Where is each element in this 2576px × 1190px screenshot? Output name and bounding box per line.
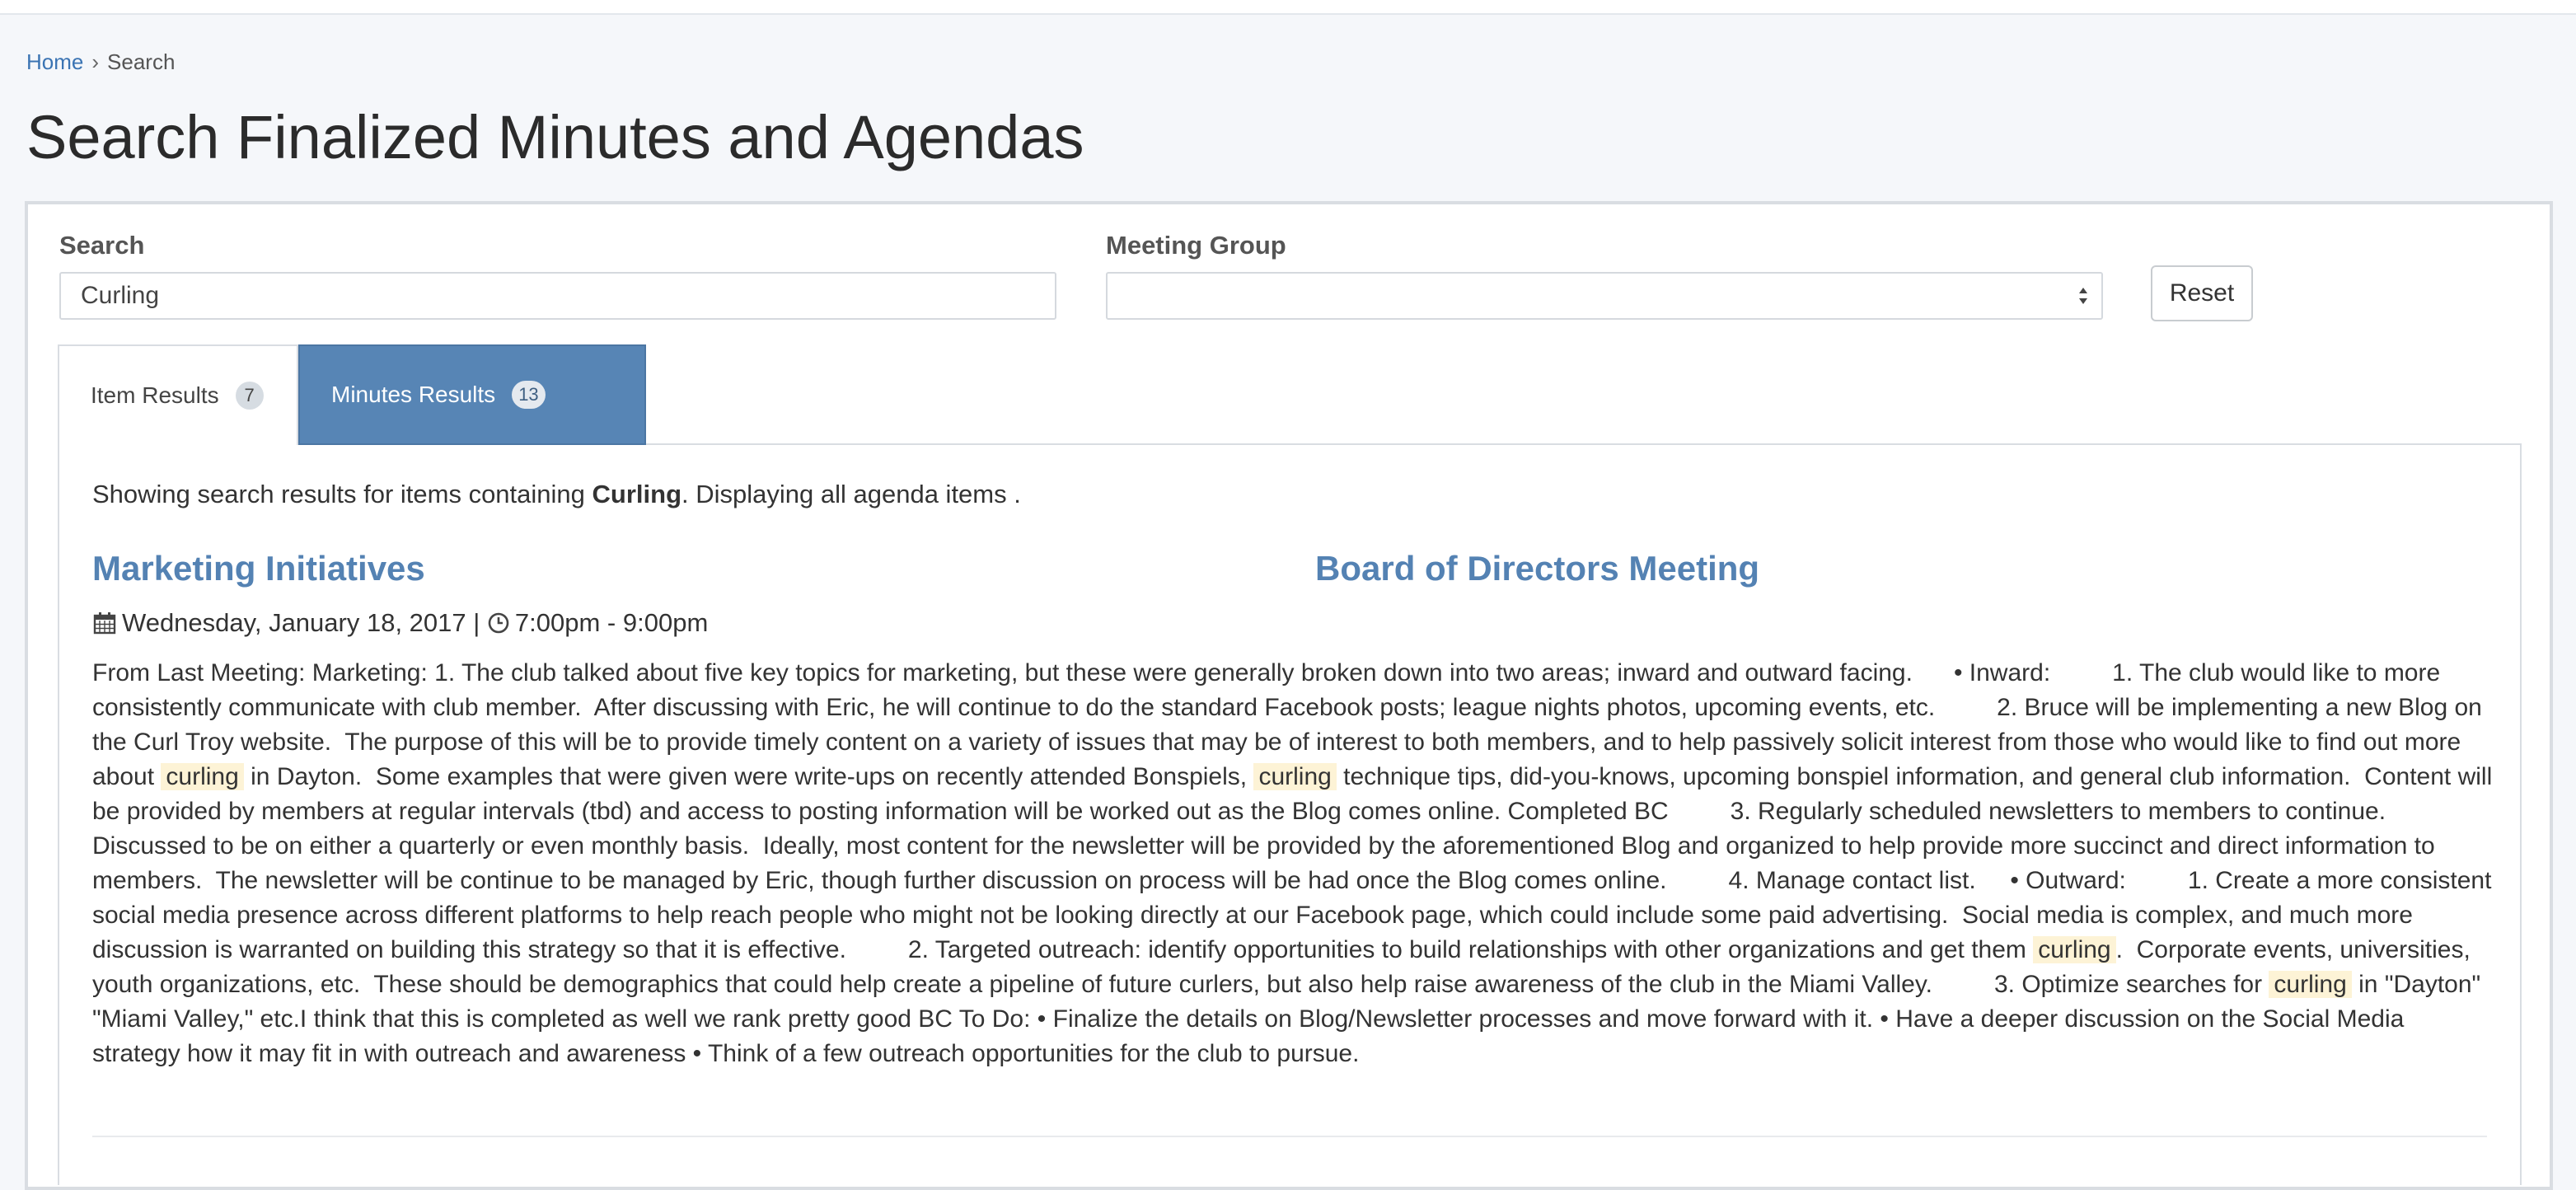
search-highlight: curling xyxy=(1253,763,1337,790)
meta-divider: | xyxy=(466,608,487,637)
search-highlight: curling xyxy=(161,763,244,790)
tab-minutes-results-count: 13 xyxy=(512,381,546,409)
summary-term: Curling xyxy=(592,480,682,508)
breadcrumb-home-link[interactable]: Home xyxy=(26,49,83,74)
result-date: Wednesday, January 18, 2017 xyxy=(122,608,466,637)
body-text-segment: in Dayton. Some examples that were given… xyxy=(243,763,1254,790)
top-bar xyxy=(0,0,2576,15)
meeting-group-label: Meeting Group xyxy=(1106,231,1286,260)
tab-item-results-count: 7 xyxy=(235,382,264,410)
tab-item-results-label: Item Results xyxy=(91,382,219,408)
breadcrumb: Home › Search xyxy=(26,48,175,76)
tab-item-results[interactable]: Item Results 7 xyxy=(58,344,298,445)
result-meeting-link[interactable]: Board of Directors Meeting xyxy=(1315,547,1759,590)
result-divider xyxy=(92,1136,2487,1137)
clock-icon xyxy=(488,612,509,634)
calendar-icon xyxy=(93,612,116,635)
select-arrows-icon xyxy=(2079,288,2087,304)
search-highlight: curling xyxy=(2033,936,2116,963)
reset-button[interactable]: Reset xyxy=(2151,265,2253,321)
breadcrumb-current: Search xyxy=(107,49,176,74)
body-text-segment: technique tips, did-you-knows, upcoming … xyxy=(92,763,2499,963)
result-meta: Wednesday, January 18, 2017 | 7:00pm - 9… xyxy=(92,607,708,640)
result-body: From Last Meeting: Marketing: 1. The clu… xyxy=(92,656,2497,1071)
page-title: Search Finalized Minutes and Agendas xyxy=(26,103,1084,171)
breadcrumb-separator: › xyxy=(91,49,100,74)
tab-minutes-results-label: Minutes Results xyxy=(331,382,496,407)
result-title-link[interactable]: Marketing Initiatives xyxy=(92,547,425,590)
results-summary: Showing search results for items contain… xyxy=(92,478,1021,511)
tab-minutes-results[interactable]: Minutes Results 13 xyxy=(298,344,646,445)
result-time: 7:00pm - 9:00pm xyxy=(514,608,709,637)
meeting-group-select[interactable] xyxy=(1106,272,2103,320)
summary-suffix: . Displaying all agenda items . xyxy=(681,480,1021,508)
search-highlight: curling xyxy=(2269,971,2352,998)
search-label: Search xyxy=(59,231,145,260)
search-input[interactable]: Curling xyxy=(59,272,1056,320)
summary-prefix: Showing search results for items contain… xyxy=(92,480,592,508)
